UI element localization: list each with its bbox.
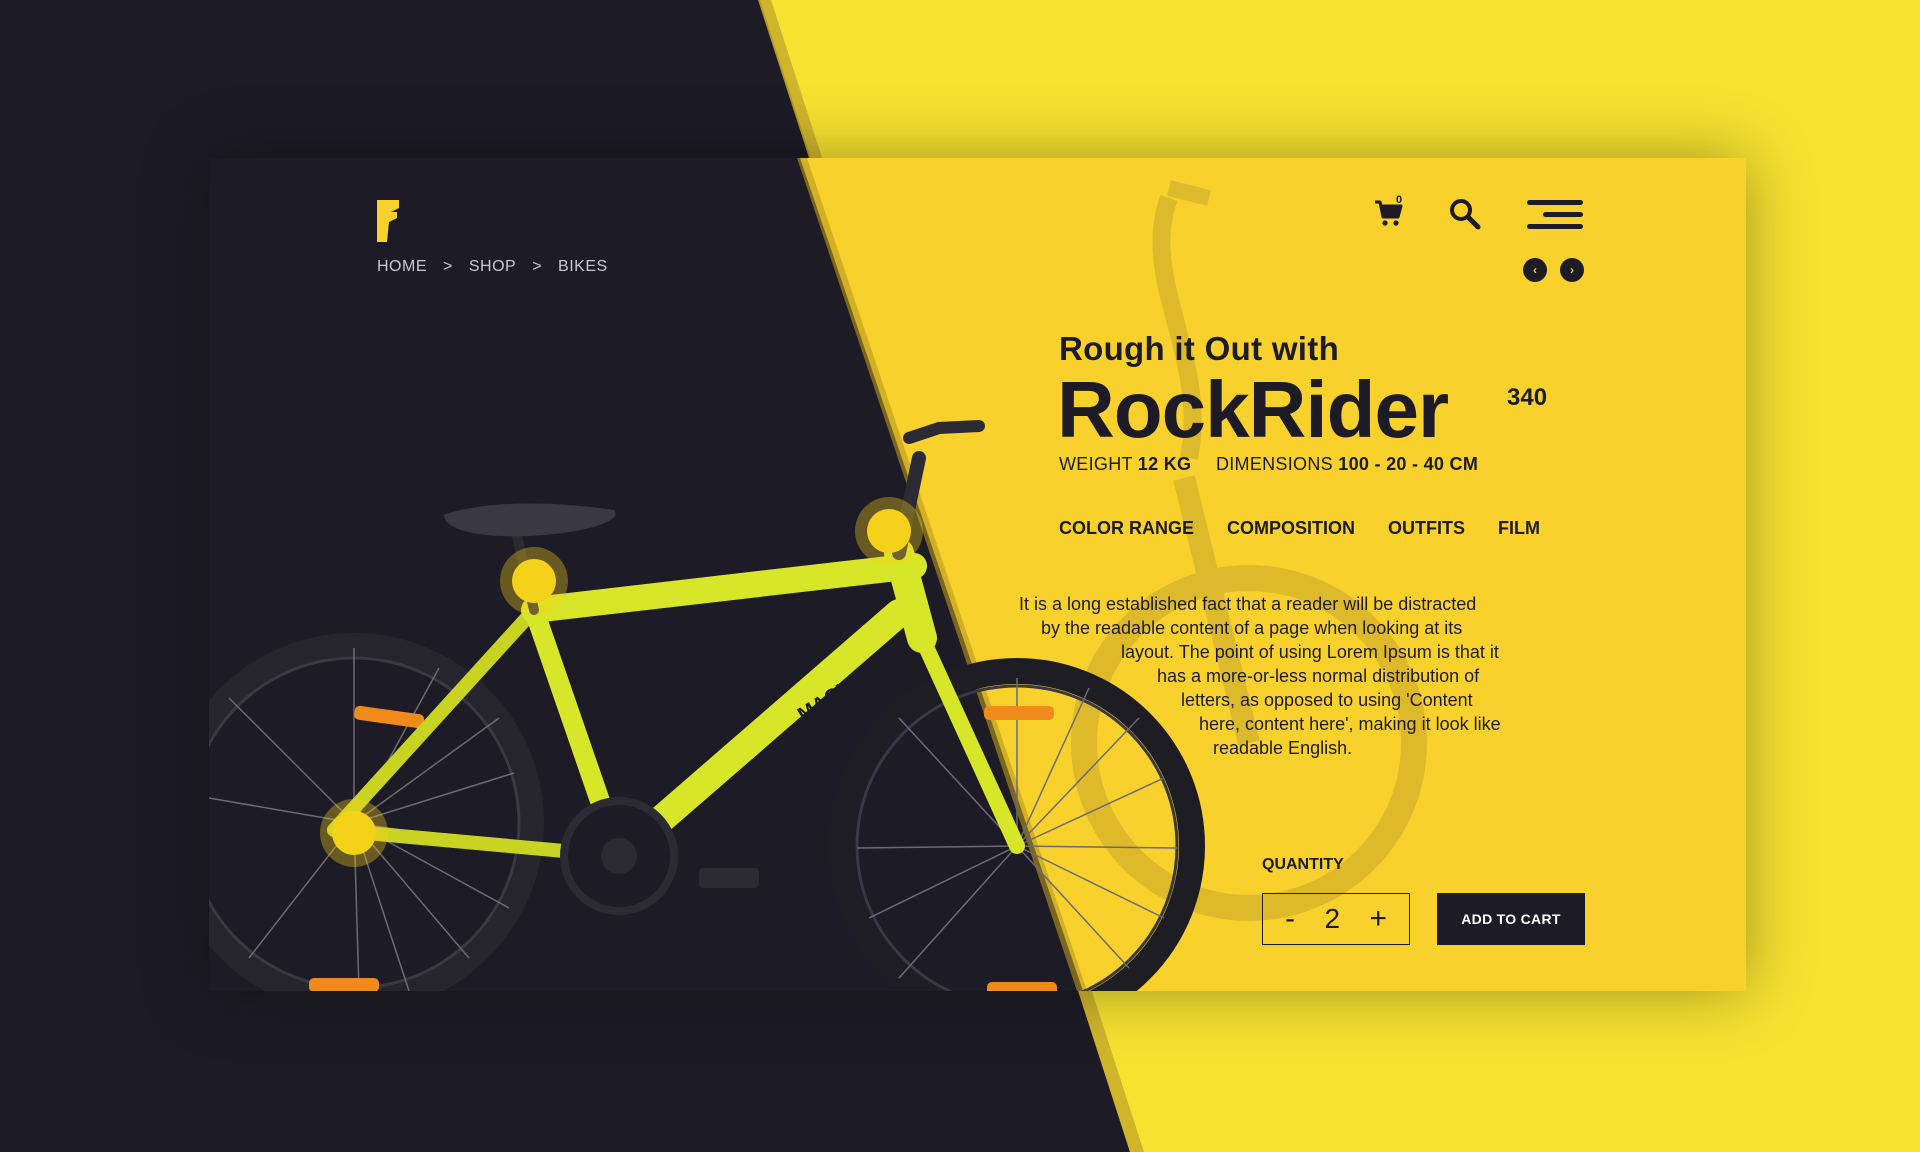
bike-image: MACH CITY — [209, 180, 1427, 991]
chevron-left-icon: ‹ — [1533, 263, 1537, 277]
description-line: letters, as opposed to using 'Content — [1181, 690, 1473, 710]
product-subtitle: Rough it Out with — [1059, 330, 1340, 367]
hotspot-handlebar[interactable] — [855, 497, 923, 565]
quantity-value[interactable]: 2 — [1324, 903, 1340, 935]
breadcrumb: HOME > SHOP > BIKES — [377, 258, 608, 276]
description-line: has a more-or-less normal distribution o… — [1157, 666, 1480, 686]
hotspot-rear-hub[interactable] — [320, 799, 388, 867]
breadcrumb-home[interactable]: HOME — [377, 258, 427, 276]
product-tabs: COLOR RANGE COMPOSITION OUTFITS FILM — [1059, 518, 1540, 539]
search-button[interactable] — [1449, 198, 1483, 232]
description-line: by the readable content of a page when l… — [1041, 618, 1463, 638]
quantity-decrease-button[interactable]: - — [1285, 904, 1295, 934]
description-line: readable English. — [1213, 738, 1353, 758]
quantity-label: QUANTITY — [1262, 856, 1344, 873]
breadcrumb-shop[interactable]: SHOP — [469, 258, 516, 276]
weight-value: 12 KG — [1137, 454, 1192, 474]
breadcrumb-separator: > — [532, 258, 543, 275]
hotspot-seat[interactable] — [500, 547, 568, 615]
tab-outfits[interactable]: OUTFITS — [1388, 518, 1465, 539]
product-title: RockRider — [1057, 365, 1449, 454]
chevron-right-icon: › — [1570, 263, 1574, 277]
description-line: It is a long established fact that a rea… — [1019, 594, 1477, 614]
lightning-f-logo[interactable] — [377, 200, 399, 242]
next-button[interactable]: › — [1560, 258, 1584, 282]
product-description: It is a long established fact that a rea… — [1019, 592, 1599, 760]
product-model-number: 340 — [1507, 384, 1548, 411]
product-specs: WEIGHT 12 KG DIMENSIONS 100 - 20 - 40 CM — [1059, 454, 1478, 475]
add-to-cart-button[interactable]: ADD TO CART — [1437, 893, 1585, 945]
tab-film[interactable]: FILM — [1498, 518, 1540, 539]
cart-button[interactable]: 0 — [1374, 194, 1410, 234]
cart-count-badge: 0 — [1396, 194, 1403, 206]
tab-composition[interactable]: COMPOSITION — [1227, 518, 1355, 539]
description-line: here, content here', making it look like — [1199, 714, 1501, 734]
bike-frame — [327, 420, 1025, 870]
breadcrumb-separator: > — [443, 258, 453, 275]
prev-button[interactable]: ‹ — [1523, 258, 1547, 282]
quantity-increase-button[interactable]: + — [1369, 904, 1387, 934]
breadcrumb-bikes[interactable]: BIKES — [558, 258, 608, 276]
dimensions-label: DIMENSIONS — [1215, 454, 1333, 474]
tab-color-range[interactable]: COLOR RANGE — [1059, 518, 1194, 539]
search-icon — [1450, 199, 1481, 230]
menu-button[interactable] — [1527, 200, 1583, 232]
description-line: layout. The point of using Lorem Ipsum i… — [1121, 642, 1499, 662]
weight-label: WEIGHT — [1059, 454, 1133, 474]
dimensions-value: 100 - 20 - 40 CM — [1338, 454, 1479, 474]
quantity-stepper: - 2 + — [1262, 893, 1410, 945]
pedal — [699, 868, 759, 888]
product-card: MACH CITY HOME > SHOP > BIKES 0 ‹ › Roug… — [209, 158, 1746, 991]
bike-seat — [444, 503, 616, 537]
